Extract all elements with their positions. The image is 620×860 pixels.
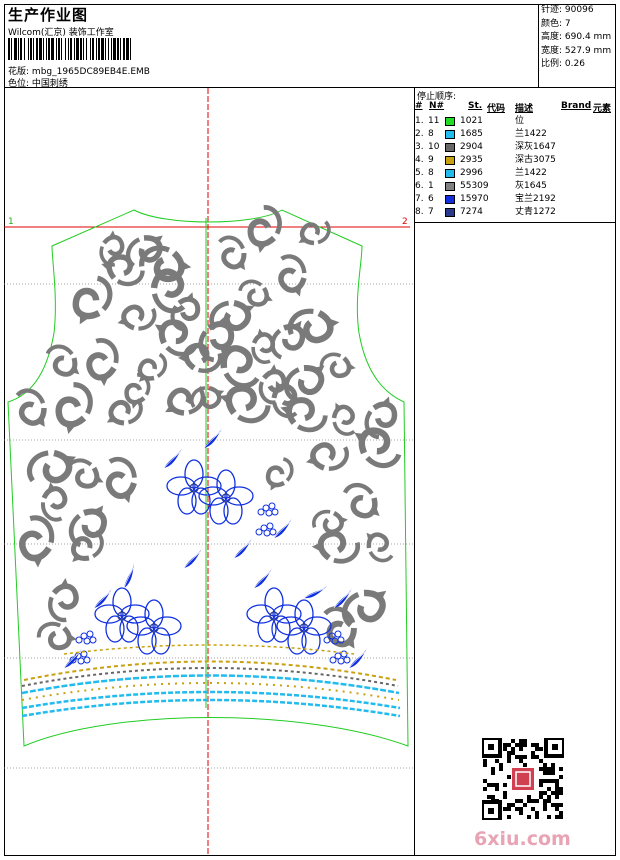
- barcode: [8, 38, 238, 60]
- thread-code: 2996: [460, 168, 483, 178]
- stat-width: 宽度: 527.9 mm: [541, 45, 612, 56]
- marker-2: 2: [402, 217, 408, 227]
- color-stop-row: 3. 10 2904 深灰1647: [415, 141, 615, 154]
- thread-code: 15970: [460, 194, 489, 204]
- thread-color-swatch: [445, 169, 455, 178]
- needle-number: 11: [428, 116, 440, 126]
- thread-color-swatch: [445, 156, 455, 165]
- stat-height: 高度: 690.4 mm: [541, 32, 612, 42]
- thread-color-swatch: [445, 208, 455, 217]
- col-desc: 描述: [515, 104, 534, 114]
- thread-description: 宝兰2192: [515, 194, 556, 204]
- thread-code: 1685: [460, 129, 483, 139]
- color-stop-row: 2. 8 1685 兰1422: [415, 128, 615, 141]
- page-title: 生产作业图: [8, 6, 89, 24]
- thread-color-swatch: [445, 182, 455, 191]
- col-code: 代码: [487, 104, 506, 114]
- stop-index: 3.: [415, 142, 424, 152]
- color-stop-row: 7. 6 15970 宝兰2192: [415, 193, 615, 206]
- color-stop-row: 1. 11 1021 位: [415, 115, 615, 128]
- color-stop-row: 5. 8 2996 兰1422: [415, 167, 615, 180]
- marker-1: 1: [8, 217, 14, 227]
- thread-code: 7274: [460, 207, 483, 217]
- design-canvas[interactable]: 1 2: [4, 88, 415, 856]
- thread-color-swatch: [445, 195, 455, 204]
- needle-number: 8: [428, 129, 434, 139]
- studio-name: Wilcom(汇京) 装饰工作室: [8, 28, 114, 38]
- stop-index: 5.: [415, 168, 424, 178]
- thread-color-swatch: [445, 143, 455, 152]
- stop-index: 6.: [415, 181, 424, 191]
- thread-code: 2935: [460, 155, 483, 165]
- thread-description: 深古3075: [515, 155, 556, 165]
- col-element: 元素: [593, 104, 612, 114]
- thread-description: 深灰1647: [515, 142, 556, 152]
- table-header: # N# St. 代码 描述 Brand 元素: [415, 101, 615, 114]
- col-needle: N#: [429, 101, 445, 111]
- stat-stitches: 针迹: 90096: [541, 5, 594, 15]
- thread-description: 位: [515, 116, 525, 126]
- watermark-brand: 6xiu.com: [474, 828, 571, 850]
- qr-code: [482, 738, 564, 820]
- color-stop-row: 8. 7 7274 丈青1272: [415, 206, 615, 219]
- needle-number: 8: [428, 168, 434, 178]
- needle-number: 6: [428, 194, 434, 204]
- thread-color-swatch: [445, 130, 455, 139]
- stat-colors: 颜色: 7: [541, 18, 571, 29]
- col-index: #: [415, 101, 423, 111]
- color-stop-row: 6. 1 55309 灰1645: [415, 180, 615, 193]
- header: 生产作业图 Wilcom(汇京) 装饰工作室 花版: mbg_1965DC89E…: [4, 4, 616, 89]
- needle-number: 9: [428, 155, 434, 165]
- col-stitch: St.: [468, 101, 483, 111]
- col-brand: Brand: [561, 101, 592, 111]
- stop-index: 4.: [415, 155, 424, 165]
- needle-number: 10: [428, 142, 440, 152]
- thread-code: 2904: [460, 142, 483, 152]
- stop-index: 8.: [415, 207, 424, 217]
- thread-description: 丈青1272: [515, 207, 556, 217]
- header-info: 生产作业图 Wilcom(汇京) 装饰工作室 花版: mbg_1965DC89E…: [4, 4, 539, 89]
- thread-description: 兰1422: [515, 168, 547, 178]
- thread-description: 灰1645: [515, 181, 547, 191]
- thread-color-swatch: [445, 117, 455, 126]
- thread-description: 兰1422: [515, 129, 547, 139]
- thread-code: 55309: [460, 181, 489, 191]
- stop-sequence-panel: 停止顺序: # N# St. 代码 描述 Brand 元素 1. 11 1021 位 2…: [415, 88, 616, 223]
- stop-index: 7.: [415, 194, 424, 204]
- stat-scale: 比例: 0.26: [541, 59, 585, 69]
- thread-code: 1021: [460, 116, 483, 126]
- needle-number: 1: [428, 181, 434, 191]
- embroidery-preview: 1 2: [4, 88, 415, 856]
- design-stats: 针迹: 90096 颜色: 7 高度: 690.4 mm 宽度: 527.9 m…: [539, 4, 616, 88]
- border-bands: [21, 644, 401, 718]
- stop-index: 2.: [415, 129, 424, 139]
- needle-number: 7: [428, 207, 434, 217]
- grey-scroll-pattern: [10, 206, 404, 656]
- color-stop-row: 4. 9 2935 深古3075: [415, 154, 615, 167]
- stop-index: 1.: [415, 116, 424, 126]
